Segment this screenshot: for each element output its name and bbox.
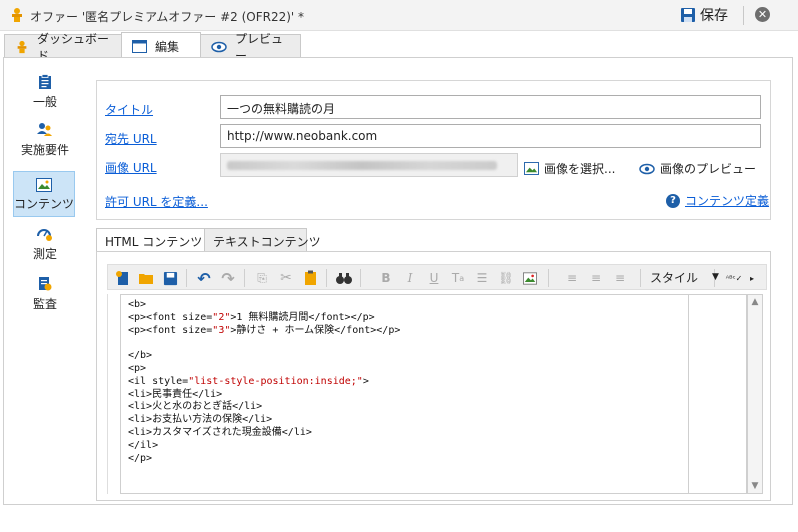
dashboard-icon: [17, 40, 27, 53]
bullet-list-icon[interactable]: ☰: [472, 268, 492, 288]
clipboard-icon: [39, 74, 51, 89]
define-allowed-url-link[interactable]: 許可 URL を定義...: [105, 193, 208, 210]
image-url-link[interactable]: 画像 URL: [105, 159, 157, 176]
tab-label: 編集: [155, 39, 180, 54]
align-right-icon[interactable]: ≡: [610, 268, 630, 288]
toolbar-separator: [360, 269, 361, 287]
html-code-editor[interactable]: <b> <p><font size="2">1 無料購読月間</font></p…: [120, 294, 688, 494]
chevron-down-icon: ▼: [712, 272, 719, 282]
image-icon: [36, 178, 52, 192]
redacted-url: [227, 161, 497, 170]
undo-icon[interactable]: ↶: [194, 268, 214, 288]
sidebar-item-content[interactable]: コンテンツ: [13, 171, 75, 217]
tab-edit[interactable]: 編集: [121, 32, 201, 59]
preview-image-label: 画像のプレビュー: [660, 162, 757, 176]
editor-side-pane: [688, 294, 747, 494]
edit-window-icon: [132, 39, 147, 53]
find-binoculars-icon[interactable]: [334, 268, 354, 288]
sidebar-item-label: 一般: [32, 95, 57, 109]
toolbar-separator: [640, 269, 641, 287]
sidebar-item-general[interactable]: 一般: [14, 74, 76, 110]
select-image-button[interactable]: 画像を選択...: [524, 160, 615, 177]
scroll-up-icon[interactable]: ▲: [748, 295, 762, 309]
eye-icon: [639, 163, 655, 174]
select-image-label: 画像を選択...: [544, 162, 616, 176]
toolbar-separator: [186, 269, 187, 287]
redo-icon[interactable]: ↷: [218, 268, 238, 288]
destination-url-field[interactable]: http://www.neobank.com: [220, 124, 761, 148]
sidebar-item-audit[interactable]: 監査: [14, 276, 76, 312]
title-link[interactable]: タイトル: [105, 101, 153, 118]
toolbar-separator: [244, 269, 245, 287]
close-button[interactable]: ✕: [755, 7, 770, 22]
align-left-icon[interactable]: ≡: [562, 268, 582, 288]
users-icon: [37, 123, 52, 136]
image-url-field: [220, 153, 518, 177]
copy-icon[interactable]: ⎘: [252, 268, 272, 288]
italic-icon[interactable]: I: [400, 268, 420, 288]
preview-image-button[interactable]: 画像のプレビュー: [639, 160, 756, 177]
toolbar-separator: [743, 6, 744, 25]
font-size-icon[interactable]: Ta: [448, 268, 468, 288]
link-icon[interactable]: ⛓: [496, 268, 516, 288]
title-bar: オファー '匿名プレミアムオファー #2 (OFR22)' * 保存 ✕: [0, 0, 798, 31]
title-field[interactable]: 一つの無料購読の月: [220, 95, 761, 119]
main-tabs: ダッシュボード 編集 プレビュー: [0, 31, 798, 63]
toolbar-separator: [326, 269, 327, 287]
save-icon: [681, 8, 695, 22]
tab-dashboard[interactable]: ダッシュボード: [4, 32, 122, 63]
open-folder-icon[interactable]: [136, 268, 156, 288]
sidebar-item-measure[interactable]: 測定: [14, 226, 76, 262]
save-button[interactable]: 保存: [680, 4, 728, 26]
new-document-icon[interactable]: [113, 268, 133, 288]
insert-image-icon[interactable]: [520, 268, 540, 288]
help-icon: ?: [666, 193, 680, 208]
save-label: 保存: [700, 8, 728, 24]
close-icon: ✕: [757, 8, 768, 21]
sidebar-item-label: コンテンツ: [14, 197, 75, 211]
toolbar-separator: [548, 269, 549, 287]
audit-icon: [39, 277, 52, 291]
sidebar-item-label: 測定: [32, 247, 57, 261]
destination-url-link[interactable]: 宛先 URL: [105, 130, 157, 147]
editor-margin: [107, 294, 120, 494]
sidebar-item-eligibility[interactable]: 実施要件: [14, 122, 76, 158]
style-dropdown-label: スタイル: [650, 270, 699, 285]
content-definition-label: コンテンツ定義: [685, 194, 770, 208]
measure-icon: [37, 229, 52, 241]
content-definition-link[interactable]: ? コンテンツ定義: [666, 192, 769, 209]
vertical-scrollbar[interactable]: ▲ ▼: [747, 294, 763, 494]
style-dropdown[interactable]: スタイル ▼: [650, 267, 719, 287]
window-title: オファー '匿名プレミアムオファー #2 (OFR22)' *: [30, 10, 305, 24]
offer-icon: [12, 8, 22, 22]
tab-text-content[interactable]: テキストコンテンツ: [204, 228, 321, 252]
cut-icon[interactable]: ✂: [276, 268, 296, 288]
bold-icon[interactable]: B: [376, 268, 396, 288]
tab-html-content[interactable]: HTML コンテンツ: [96, 228, 205, 253]
eye-icon: [211, 41, 227, 52]
underline-icon[interactable]: U: [424, 268, 444, 288]
toolbar-overflow-icon[interactable]: ▸: [746, 268, 758, 288]
sidebar-item-label: 監査: [32, 297, 57, 311]
save-icon[interactable]: [160, 268, 180, 288]
tab-preview[interactable]: プレビュー: [200, 32, 301, 63]
image-icon: [524, 162, 539, 175]
paste-icon[interactable]: [300, 268, 320, 288]
spellcheck-icon[interactable]: ᴬᴮᶜ✓: [724, 268, 744, 288]
sidebar-item-label: 実施要件: [20, 143, 69, 157]
scroll-down-icon[interactable]: ▼: [748, 479, 762, 493]
align-center-icon[interactable]: ≡: [586, 268, 606, 288]
